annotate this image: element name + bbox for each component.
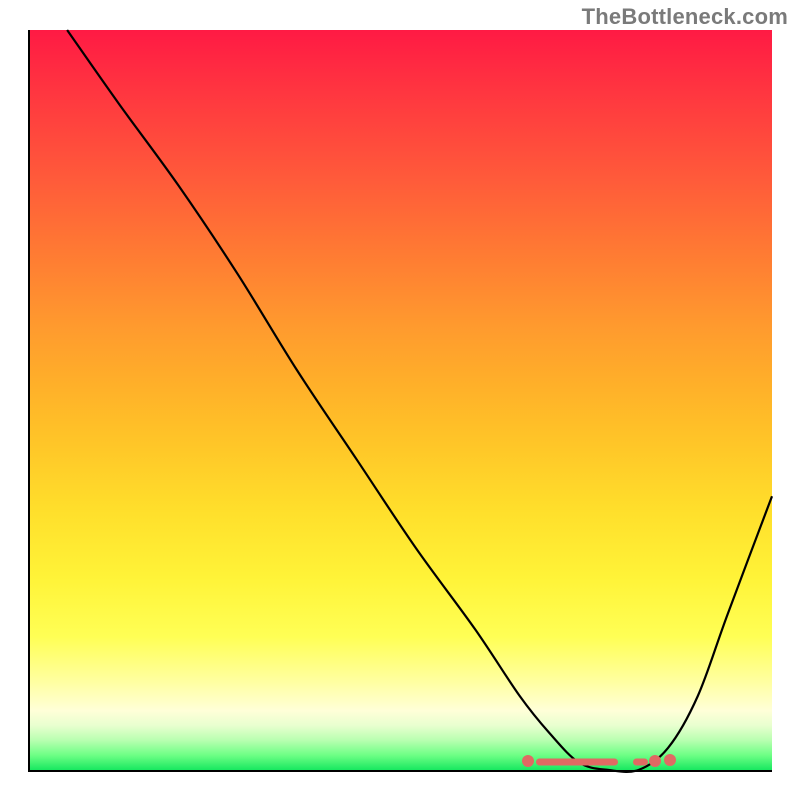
cluster-dot	[522, 755, 534, 767]
watermark-text: TheBottleneck.com	[582, 4, 788, 30]
chart-area	[28, 30, 772, 772]
cluster-dot	[649, 755, 661, 767]
cluster-dash	[536, 758, 618, 765]
cluster-dot	[664, 754, 676, 766]
optimum-cluster	[30, 30, 772, 770]
cluster-dash	[633, 759, 648, 766]
